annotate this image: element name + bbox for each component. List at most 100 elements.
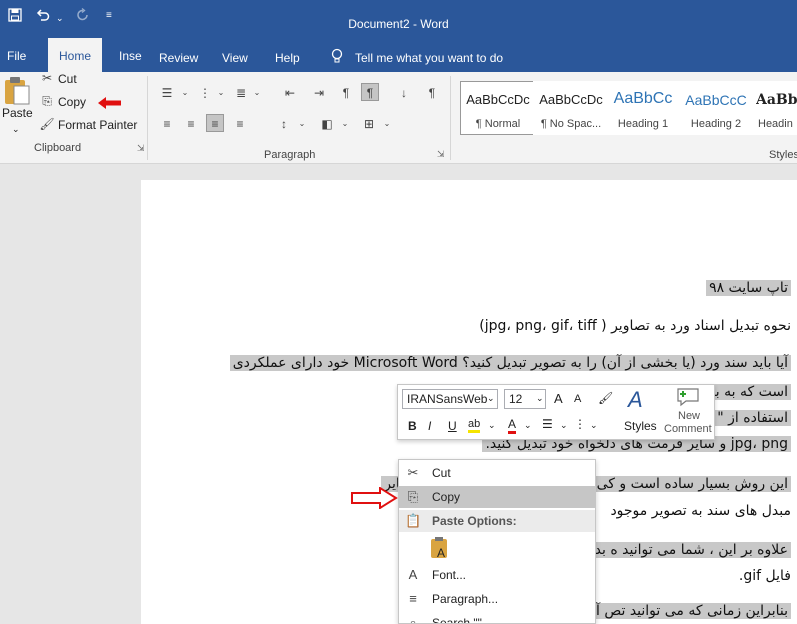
paste-keep-text-only-icon[interactable]: A [429, 536, 451, 560]
numbering-icon[interactable]: ⋮ [574, 417, 586, 431]
underline-button[interactable]: U [448, 419, 457, 433]
style-preview: AaBbCcC [685, 92, 747, 108]
font-color-icon[interactable]: A [508, 417, 517, 434]
paragraph-icon: ≡ [409, 591, 417, 606]
copy-button[interactable]: Copy [58, 95, 86, 109]
clipboard-launcher-icon[interactable]: ⇲ [137, 143, 145, 154]
show-marks-icon[interactable]: ¶ [423, 84, 441, 102]
ltr-direction-icon[interactable]: ¶ [337, 84, 355, 102]
font-color-dropdown-icon[interactable]: ⌄ [524, 420, 532, 431]
context-menu-label: Font... [432, 568, 467, 582]
justify-icon[interactable]: ≡ [231, 115, 249, 133]
paste-options-header: 📋 Paste Options: [399, 510, 595, 532]
style-label: Heading 1 [617, 118, 669, 130]
highlight-dropdown-icon[interactable]: ⌄ [488, 420, 496, 431]
context-menu-search[interactable]: ⌕ Search "" [399, 612, 595, 624]
doc-line[interactable]: مبدل های سند به تصویر موجود [610, 500, 791, 522]
numbering-dropdown-icon[interactable]: ⌄ [590, 420, 598, 431]
doc-line-text: نحوه تبدیل اسناد ورد به تصاویر ( jpg، pn… [479, 318, 791, 334]
style-no-spacing[interactable]: AaBbCcDc ¶ No Spac... [533, 81, 607, 135]
line-spacing-icon[interactable]: ↕ [275, 115, 293, 133]
style-preview: AaBb [756, 92, 797, 108]
context-menu-label: Search "" [432, 616, 482, 624]
paste-icon[interactable] [3, 76, 31, 106]
style-preview: AaBbCc [613, 90, 673, 107]
shrink-font-icon[interactable]: A [574, 393, 581, 405]
borders-icon[interactable]: ⊞ [360, 115, 378, 133]
cut-icon: ✂ [41, 71, 53, 85]
increase-indent-icon[interactable]: ⇥ [310, 84, 328, 102]
tab-insert[interactable]: Inse [119, 49, 142, 63]
style-label: ¶ No Spac... [540, 118, 602, 130]
doc-line[interactable]: تاپ سایت ۹۸ [706, 277, 791, 299]
tab-home[interactable]: Home [48, 38, 103, 72]
doc-line[interactable]: فایل gif. [739, 565, 791, 587]
style-heading-2[interactable]: AaBbCcC Heading 2 [678, 81, 752, 135]
font-size-value: 12 [509, 392, 523, 406]
bullets-icon[interactable]: ☰ [158, 84, 176, 102]
line-spacing-dropdown-icon[interactable]: ⌄ [293, 115, 311, 133]
paste-icon: 📋 [405, 513, 422, 528]
doc-line-text: فایل gif. [738, 568, 791, 584]
highlight-icon[interactable]: ab [468, 418, 481, 433]
align-left-icon[interactable]: ≡ [158, 115, 176, 133]
ribbon-home: Paste ⌄ ✂ Cut ⎘ Copy 🖌 Format Painter Cl… [0, 71, 797, 164]
align-center-icon[interactable]: ≡ [182, 115, 200, 133]
tab-view[interactable]: View [222, 51, 248, 65]
bold-button[interactable]: B [408, 419, 417, 433]
doc-line[interactable]: آیا باید سند ورد (یا بخشی از آن) را به ت… [229, 352, 791, 374]
style-normal[interactable]: AaBbCcDc ¶ Normal [460, 81, 534, 135]
tab-help[interactable]: Help [275, 51, 300, 65]
style-label: Headin [758, 118, 793, 130]
bullets-icon[interactable]: ☰ [542, 417, 553, 431]
new-comment-label-line1[interactable]: New [678, 410, 700, 422]
context-menu-copy[interactable]: ⎘ Copy [399, 486, 595, 508]
align-right-icon[interactable]: ≡ [206, 114, 224, 132]
font-size-dropdown-icon[interactable]: ⌄ [536, 393, 544, 404]
bullets-dropdown-icon[interactable]: ⌄ [560, 420, 568, 431]
format-painter-button[interactable]: Format Painter [58, 118, 137, 132]
annotation-arrow-icon [351, 487, 398, 509]
multilevel-dropdown-icon[interactable]: ⌄ [248, 84, 266, 102]
paste-button[interactable]: Paste [2, 106, 33, 120]
paste-dropdown-icon[interactable]: ⌄ [12, 124, 20, 135]
style-label: ¶ Normal [475, 118, 521, 130]
grow-font-icon[interactable]: A [554, 391, 563, 406]
context-menu-paragraph[interactable]: ≡ Paragraph... [399, 588, 595, 610]
window-title: Document2 - Word [348, 17, 449, 31]
paragraph-launcher-icon[interactable]: ⇲ [437, 149, 445, 160]
doc-line-text: آیا باید سند ورد (یا بخشی از آن) را به ت… [229, 355, 791, 371]
doc-line[interactable]: نحوه تبدیل اسناد ورد به تصاویر ( jpg، pn… [479, 315, 791, 337]
styles-icon[interactable]: A [628, 387, 643, 413]
context-menu-font[interactable]: A Font... [399, 564, 595, 586]
context-menu: ✂ Cut ⎘ Copy 📋 Paste Options: A A Font..… [398, 459, 596, 624]
rtl-direction-icon[interactable]: ¶ [361, 83, 379, 101]
decrease-indent-icon[interactable]: ⇤ [281, 84, 299, 102]
group-divider [450, 76, 451, 160]
bullets-dropdown-icon[interactable]: ⌄ [176, 84, 194, 102]
borders-dropdown-icon[interactable]: ⌄ [378, 115, 396, 133]
tell-me-search[interactable]: Tell me what you want to do [355, 51, 503, 65]
shading-dropdown-icon[interactable]: ⌄ [336, 115, 354, 133]
cut-icon: ✂ [407, 465, 419, 480]
context-menu-cut[interactable]: ✂ Cut [399, 462, 595, 484]
style-heading-3[interactable]: AaBb Headin [751, 81, 797, 135]
numbering-dropdown-icon[interactable]: ⌄ [212, 84, 230, 102]
tab-review[interactable]: Review [159, 51, 198, 65]
styles-group-label: Styles [769, 149, 797, 161]
tab-file[interactable]: File [7, 49, 26, 63]
font-name-value: IRANSansWeb [407, 392, 488, 406]
format-painter-icon[interactable]: 🖌 [598, 391, 613, 405]
italic-button[interactable]: I [428, 419, 431, 433]
cut-button[interactable]: Cut [58, 72, 77, 86]
styles-button[interactable]: Styles [624, 419, 657, 433]
sort-icon[interactable]: ↓ [395, 84, 413, 102]
shading-icon[interactable]: ◧ [318, 115, 336, 133]
new-comment-icon[interactable] [676, 387, 700, 407]
font-name-dropdown-icon[interactable]: ⌄ [487, 393, 495, 404]
lightbulb-icon [330, 48, 344, 67]
new-comment-label-line2[interactable]: Comment [664, 423, 712, 435]
style-preview: AaBbCcDc [466, 92, 530, 107]
style-heading-1[interactable]: AaBbCc Heading 1 [605, 81, 679, 135]
font-name-box[interactable]: IRANSansWeb [402, 389, 498, 409]
